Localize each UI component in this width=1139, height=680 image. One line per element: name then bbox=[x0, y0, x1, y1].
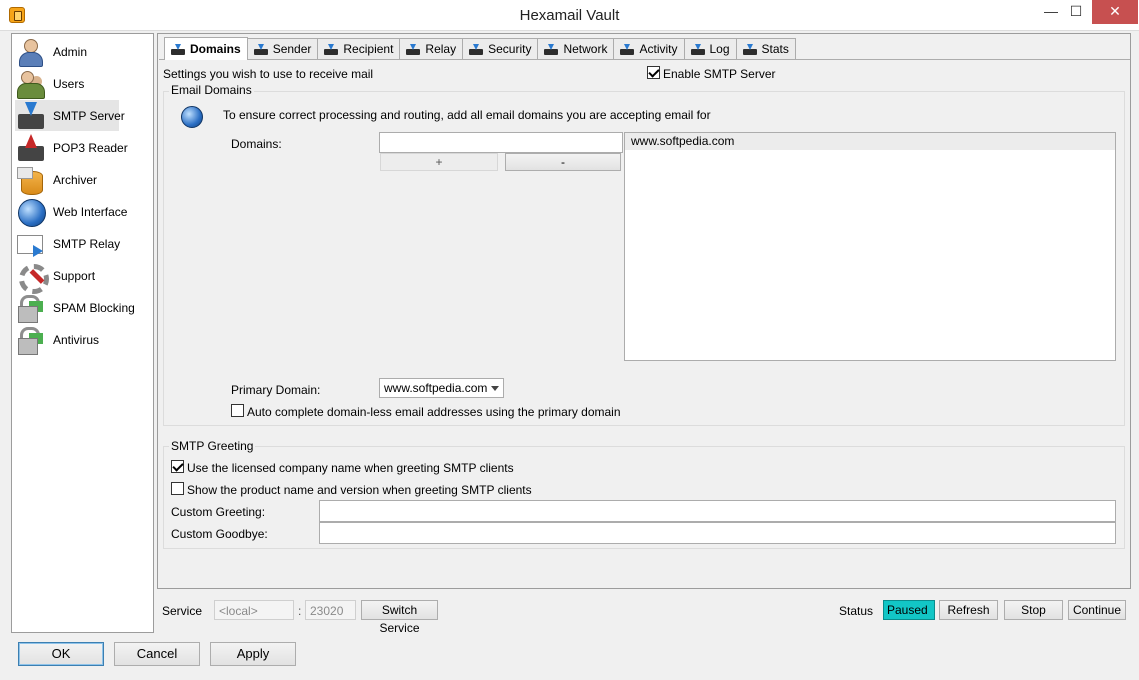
tab-log[interactable]: Log bbox=[683, 38, 737, 59]
sidebar-item-label: SMTP Relay bbox=[53, 236, 121, 251]
show-product-name-checkbox[interactable] bbox=[171, 482, 184, 495]
refresh-button[interactable]: Refresh bbox=[939, 600, 998, 620]
antivirus-icon bbox=[15, 325, 47, 355]
spam-blocking-icon bbox=[15, 293, 47, 323]
sidebar-item-smtp-server[interactable]: SMTP Server bbox=[15, 100, 125, 131]
status-value: Paused bbox=[883, 600, 935, 620]
primary-domain-select[interactable]: www.softpedia.com bbox=[379, 378, 504, 398]
switch-service-button[interactable]: Switch Service bbox=[361, 600, 438, 635]
sidebar-item-label: Web Interface bbox=[53, 204, 128, 219]
close-button[interactable]: ✕ bbox=[1092, 0, 1138, 24]
email-domains-group-label: Email Domains bbox=[169, 83, 254, 97]
sidebar-item-web-interface[interactable]: Web Interface bbox=[15, 196, 127, 227]
tab-sender[interactable]: Sender bbox=[246, 38, 319, 59]
sidebar-item-pop3-reader[interactable]: POP3 Reader bbox=[15, 132, 128, 163]
server-icon bbox=[742, 43, 758, 55]
tab-domains[interactable]: Domains bbox=[164, 37, 248, 60]
use-licensed-name-label: Use the licensed company name when greet… bbox=[187, 461, 514, 475]
pop3-reader-icon bbox=[15, 133, 47, 163]
server-icon bbox=[253, 43, 269, 55]
sidebar-item-label: SMTP Server bbox=[53, 108, 125, 123]
server-icon bbox=[324, 43, 339, 55]
sidebar-item-label: SPAM Blocking bbox=[53, 300, 135, 315]
email-domains-description: To ensure correct processing and routing… bbox=[223, 108, 711, 122]
server-icon bbox=[620, 43, 635, 55]
tab-network[interactable]: Network bbox=[537, 38, 615, 59]
sidebar-item-label: Antivirus bbox=[53, 332, 100, 347]
domains-label: Domains: bbox=[231, 137, 282, 151]
enable-smtp-checkbox[interactable] bbox=[647, 66, 660, 79]
service-host-input[interactable]: <local> bbox=[214, 600, 294, 620]
tab-activity[interactable]: Activity bbox=[613, 38, 685, 59]
apply-button[interactable]: Apply bbox=[210, 642, 296, 666]
service-port-input[interactable]: 23020 bbox=[305, 600, 356, 620]
users-icon bbox=[15, 69, 47, 99]
tab-recipient[interactable]: Recipient bbox=[317, 38, 401, 59]
server-icon bbox=[544, 43, 559, 55]
globe-icon bbox=[181, 106, 203, 128]
add-domain-button[interactable]: + bbox=[380, 153, 498, 171]
window-title: Hexamail Vault bbox=[519, 7, 620, 24]
sidebar-item-label: Archiver bbox=[53, 172, 98, 187]
title-bar: Hexamail Vault — ☐ ✕ bbox=[0, 0, 1139, 31]
domain-list[interactable]: www.softpedia.com bbox=[624, 132, 1116, 361]
ok-button[interactable]: OK bbox=[18, 642, 104, 666]
sidebar-item-admin[interactable]: Admin bbox=[15, 36, 119, 67]
domains-input[interactable] bbox=[379, 132, 623, 153]
custom-greeting-label: Custom Greeting: bbox=[171, 505, 266, 519]
remove-domain-button[interactable]: - bbox=[505, 153, 621, 171]
server-icon bbox=[469, 43, 484, 55]
sidebar-item-label: Admin bbox=[53, 44, 88, 59]
tab-strip: Domains Sender Recipient Relay Security … bbox=[164, 37, 796, 60]
sidebar-item-label: Support bbox=[53, 268, 96, 283]
cancel-button[interactable]: Cancel bbox=[114, 642, 200, 666]
tab-stats[interactable]: Stats bbox=[735, 38, 796, 59]
status-label: Status bbox=[839, 604, 874, 618]
primary-domain-label: Primary Domain: bbox=[231, 383, 321, 397]
web-interface-icon bbox=[15, 197, 47, 227]
stop-button[interactable]: Stop bbox=[1004, 600, 1063, 620]
smtp-relay-icon bbox=[15, 229, 47, 259]
sidebar: Admin Users SMTP Server POP3 Reader Arch… bbox=[11, 33, 154, 633]
auto-complete-label: Auto complete domain-less email addresse… bbox=[247, 405, 621, 419]
tab-relay[interactable]: Relay bbox=[399, 38, 464, 59]
custom-goodbye-input[interactable] bbox=[319, 522, 1116, 544]
list-item[interactable]: www.softpedia.com bbox=[625, 133, 1115, 150]
custom-goodbye-label: Custom Goodbye: bbox=[171, 527, 268, 541]
show-product-name-label: Show the product name and version when g… bbox=[187, 483, 532, 497]
enable-smtp-label: Enable SMTP Server bbox=[663, 67, 776, 81]
custom-greeting-input[interactable] bbox=[319, 500, 1116, 522]
continue-button[interactable]: Continue bbox=[1068, 600, 1126, 620]
service-colon: : bbox=[298, 604, 302, 618]
maximize-button[interactable]: ☐ bbox=[1061, 0, 1091, 24]
sidebar-item-spam-blocking[interactable]: SPAM Blocking bbox=[15, 292, 135, 323]
server-icon bbox=[690, 43, 706, 55]
tab-security[interactable]: Security bbox=[462, 38, 539, 59]
sidebar-item-smtp-relay[interactable]: SMTP Relay bbox=[15, 228, 121, 259]
sidebar-item-antivirus[interactable]: Antivirus bbox=[15, 324, 119, 355]
archiver-icon bbox=[15, 165, 47, 195]
sidebar-item-archiver[interactable]: Archiver bbox=[15, 164, 119, 195]
service-label: Service bbox=[162, 604, 203, 618]
support-icon bbox=[15, 261, 49, 294]
auto-complete-checkbox[interactable] bbox=[231, 404, 244, 417]
admin-icon bbox=[15, 37, 47, 67]
server-icon bbox=[171, 43, 186, 55]
use-licensed-name-checkbox[interactable] bbox=[171, 460, 184, 473]
intro-text: Settings you wish to use to receive mail bbox=[163, 67, 374, 81]
sidebar-item-label: POP3 Reader bbox=[53, 140, 128, 155]
sidebar-item-users[interactable]: Users bbox=[15, 68, 119, 99]
smtp-greeting-group-label: SMTP Greeting bbox=[169, 439, 256, 453]
smtp-server-icon bbox=[15, 101, 47, 131]
chevron-down-icon bbox=[491, 386, 499, 391]
server-icon bbox=[406, 43, 421, 55]
sidebar-item-support[interactable]: Support bbox=[15, 260, 119, 294]
sidebar-item-label: Users bbox=[53, 76, 85, 91]
